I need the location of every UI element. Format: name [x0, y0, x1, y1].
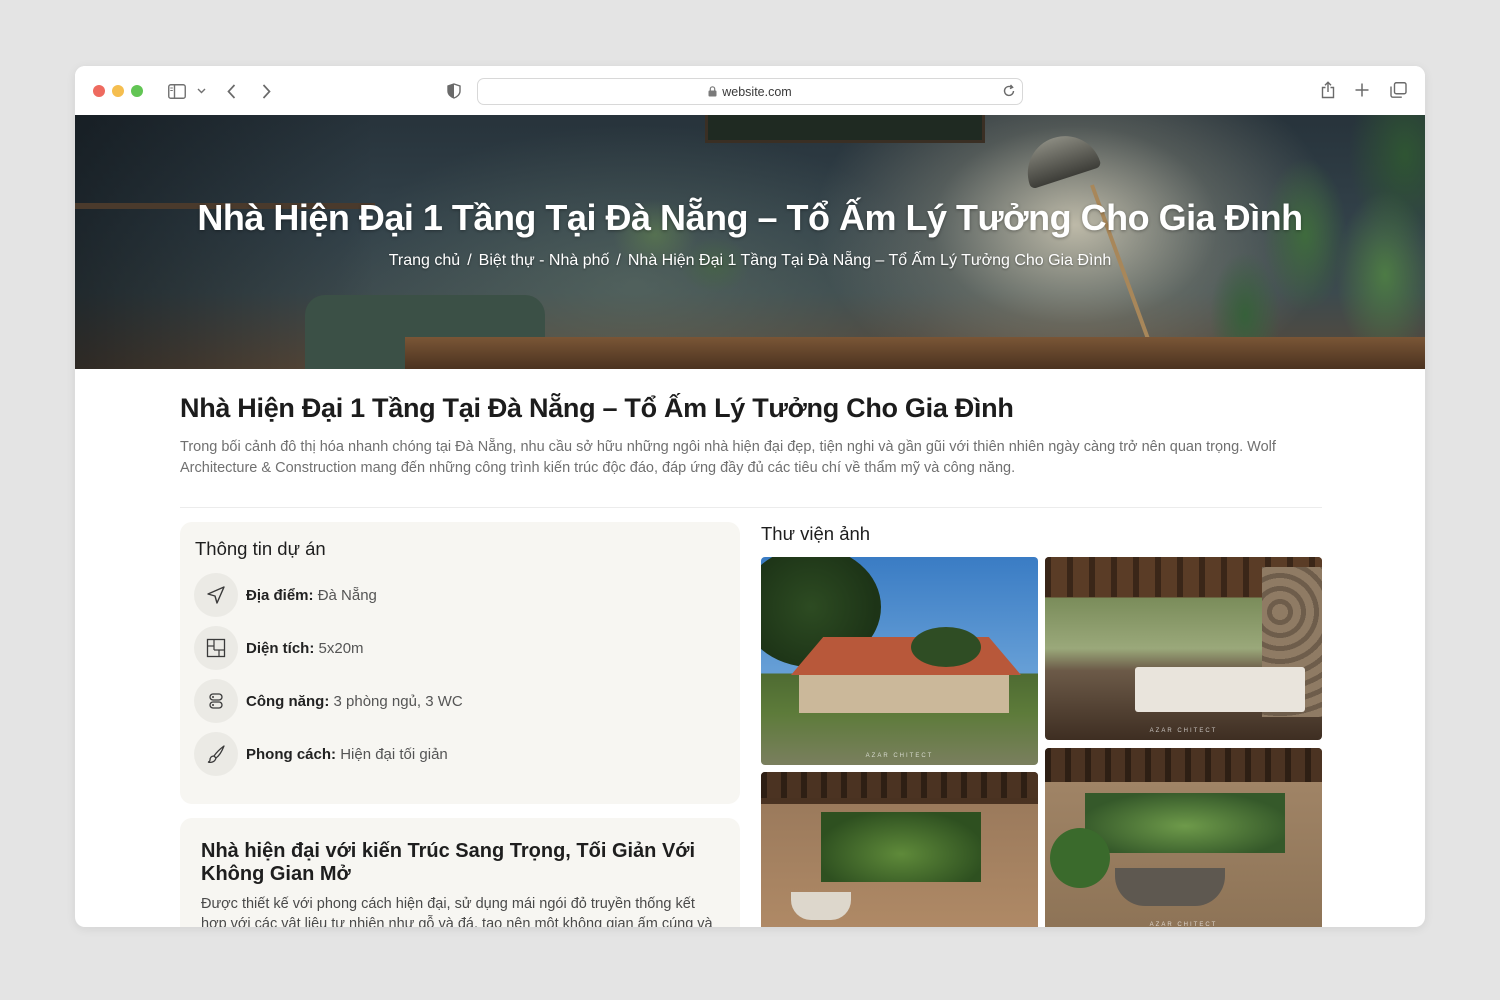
gallery-image-bedroom[interactable]: AZAR CHITECT: [1045, 557, 1322, 740]
divider: [180, 507, 1322, 508]
watermark: AZAR CHITECT: [1149, 922, 1218, 927]
breadcrumb-category-link[interactable]: Biệt thự - Nhà phố: [479, 252, 610, 269]
address-bar[interactable]: website.com: [477, 78, 1023, 105]
chevron-left-icon[interactable]: [223, 81, 239, 101]
browser-window: website.com Nhà Hiện Đại 1 Tầng Tại Đà N…: [75, 66, 1425, 927]
info-value: Hiện đại tối giản: [340, 745, 448, 763]
breadcrumb-separator: /: [616, 252, 621, 269]
breadcrumb-current: Nhà Hiện Đại 1 Tầng Tại Đà Nẵng – Tổ Ấm …: [627, 252, 1112, 269]
shield-icon[interactable]: [445, 82, 463, 100]
description-card: Nhà hiện đại với kiến Trúc Sang Trọng, T…: [180, 818, 740, 927]
info-label: Phong cách:: [246, 745, 337, 763]
info-label: Công năng:: [246, 692, 330, 710]
browser-toolbar: website.com: [75, 66, 1425, 115]
info-label: Địa điểm:: [246, 586, 314, 604]
reload-icon[interactable]: [1002, 84, 1016, 101]
description-text: Được thiết kế với phong cách hiện đại, s…: [201, 896, 713, 927]
info-row-style: Phong cách: Hiện đại tối giản: [194, 732, 448, 776]
chevron-right-icon[interactable]: [258, 81, 274, 101]
watermark: AZAR CHITECT: [865, 753, 934, 759]
info-value: 5x20m: [318, 639, 364, 657]
brush-icon: [194, 732, 238, 776]
floor-plan-icon: [194, 626, 238, 670]
description-heading: Nhà hiện đại với kiến Trúc Sang Trọng, T…: [201, 840, 696, 885]
gallery-title: Thư viện ảnh: [761, 523, 871, 544]
info-label: Diện tích:: [246, 639, 315, 657]
info-row-function: Công năng: 3 phòng ngủ, 3 WC: [194, 679, 463, 723]
lock-icon: [708, 86, 717, 97]
tabs-icon[interactable]: [1388, 81, 1408, 99]
info-row-area: Diện tích: 5x20m: [194, 626, 364, 670]
minimize-window-button[interactable]: [112, 85, 124, 97]
hero-title: Nhà Hiện Đại 1 Tầng Tại Đà Nẵng – Tổ Ấm …: [197, 197, 1303, 238]
page-title: Nhà Hiện Đại 1 Tầng Tại Đà Nẵng – Tổ Ấm …: [180, 393, 1014, 423]
sidebar-icon[interactable]: [167, 82, 187, 100]
gallery-image-bath-tub[interactable]: AZAR CHITECT: [1045, 748, 1322, 927]
info-value: Đà Nẵng: [317, 586, 377, 604]
share-icon[interactable]: [1319, 80, 1337, 100]
zoom-window-button[interactable]: [131, 85, 143, 97]
address-url: website.com: [722, 84, 792, 99]
intro-paragraph: Trong bối cảnh đô thị hóa nhanh chóng tạ…: [180, 439, 1276, 476]
info-row-location: Địa điểm: Đà Nẵng: [194, 573, 377, 617]
hero-banner: Nhà Hiện Đại 1 Tầng Tại Đà Nẵng – Tổ Ấm …: [75, 115, 1425, 369]
location-arrow-icon: [194, 573, 238, 617]
rooms-icon: [194, 679, 238, 723]
chevron-down-icon[interactable]: [195, 85, 207, 97]
info-value: 3 phòng ngủ, 3 WC: [333, 692, 463, 710]
gallery-image-bathroom[interactable]: [761, 772, 1038, 927]
breadcrumb-home-link[interactable]: Trang chủ: [389, 252, 460, 269]
watermark: AZAR CHITECT: [1149, 728, 1218, 734]
project-info-card: Thông tin dự án Địa điểm: Đà Nẵng Diện t…: [180, 522, 740, 804]
breadcrumb: Trang chủ / Biệt thự - Nhà phố / Nhà Hiện Đạ…: [75, 252, 1425, 270]
plus-icon[interactable]: [1353, 81, 1371, 99]
project-info-title: Thông tin dự án: [195, 538, 326, 559]
breadcrumb-separator: /: [467, 252, 472, 269]
close-window-button[interactable]: [93, 85, 105, 97]
gallery-image-house-exterior[interactable]: AZAR CHITECT: [761, 557, 1038, 765]
